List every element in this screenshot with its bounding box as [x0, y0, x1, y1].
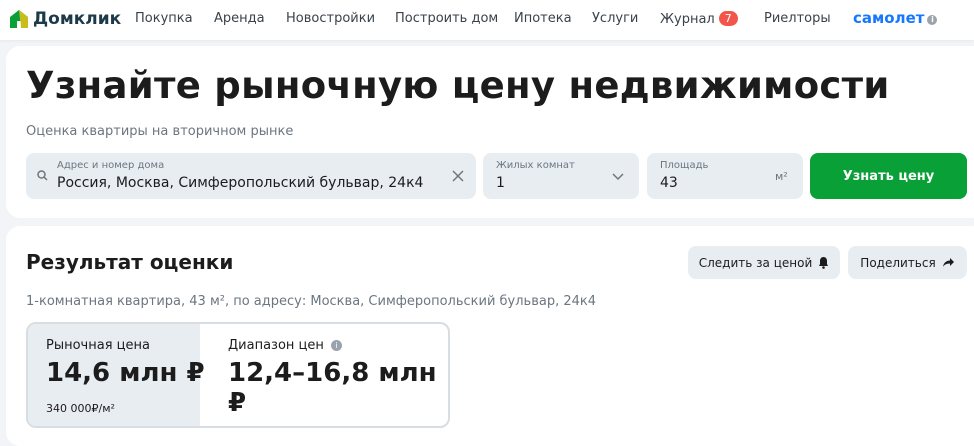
result-description: 1-комнатная квартира, 43 м², по адресу: …	[26, 294, 597, 309]
partner-logo-text: самолет	[853, 9, 925, 27]
nav-item-buy[interactable]: Покупка	[135, 11, 193, 26]
share-button[interactable]: Поделиться	[848, 246, 967, 279]
nav-item-realtors[interactable]: Риелторы	[764, 11, 831, 26]
follow-price-button[interactable]: Следить за ценой	[688, 246, 840, 279]
nav-item-journal-label: Журнал	[660, 12, 715, 27]
share-label: Поделиться	[860, 255, 936, 270]
market-price-value: 14,6 млн ₽	[46, 358, 205, 388]
search-icon	[37, 170, 48, 181]
area-field[interactable]: Площадь 43 м²	[647, 153, 803, 199]
top-nav: Домклик Покупка Аренда Новостройки Постр…	[0, 0, 974, 40]
follow-price-label: Следить за ценой	[698, 255, 813, 270]
share-arrow-icon	[942, 258, 954, 267]
get-price-button[interactable]: Узнать цену	[810, 153, 967, 199]
result-title: Результат оценки	[26, 250, 234, 274]
area-value: 43	[660, 175, 678, 191]
area-unit: м²	[775, 170, 788, 183]
page-subtitle: Оценка квартиры на вторичном рынке	[26, 124, 294, 139]
price-range-label: Диапазон цен i	[228, 338, 342, 353]
page-title: Узнайте рыночную цену недвижимости	[26, 64, 890, 107]
logo[interactable]: Домклик	[8, 8, 121, 30]
market-price-label: Рыночная цена	[46, 338, 150, 353]
rooms-value: 1	[496, 175, 505, 191]
chevron-down-icon	[612, 173, 624, 181]
house-logo-icon	[10, 10, 28, 28]
partner-link[interactable]: самолет i	[853, 9, 938, 27]
nav-item-services[interactable]: Услуги	[592, 11, 638, 26]
price-range-value: 12,4–16,8 млн ₽	[228, 358, 437, 418]
area-label: Площадь	[660, 160, 709, 171]
info-icon[interactable]: i	[927, 15, 938, 25]
price-range-label-text: Диапазон цен	[228, 338, 324, 353]
info-icon[interactable]: i	[330, 340, 342, 351]
nav-item-rent[interactable]: Аренда	[214, 11, 265, 26]
nav-item-new-buildings[interactable]: Новостройки	[286, 11, 375, 26]
price-summary: Рыночная цена 14,6 млн ₽ 340 000₽/м² Диа…	[26, 322, 450, 428]
journal-badge: 7	[718, 11, 738, 26]
rooms-label: Жилых комнат	[496, 160, 575, 171]
nav-item-build-house[interactable]: Построить дом	[395, 11, 498, 26]
clear-icon[interactable]	[452, 170, 464, 182]
address-field[interactable]: Адрес и номер дома Россия, Москва, Симфе…	[26, 153, 476, 199]
price-per-m2: 340 000₽/м²	[46, 402, 115, 415]
rooms-select[interactable]: Жилых комнат 1	[483, 153, 639, 199]
nav-item-journal[interactable]: Журнал 7	[660, 11, 738, 27]
nav-item-mortgage[interactable]: Ипотека	[514, 11, 572, 26]
address-value: Россия, Москва, Симферопольский бульвар,…	[57, 175, 424, 191]
address-label: Адрес и номер дома	[57, 160, 165, 171]
bell-icon	[819, 257, 829, 269]
